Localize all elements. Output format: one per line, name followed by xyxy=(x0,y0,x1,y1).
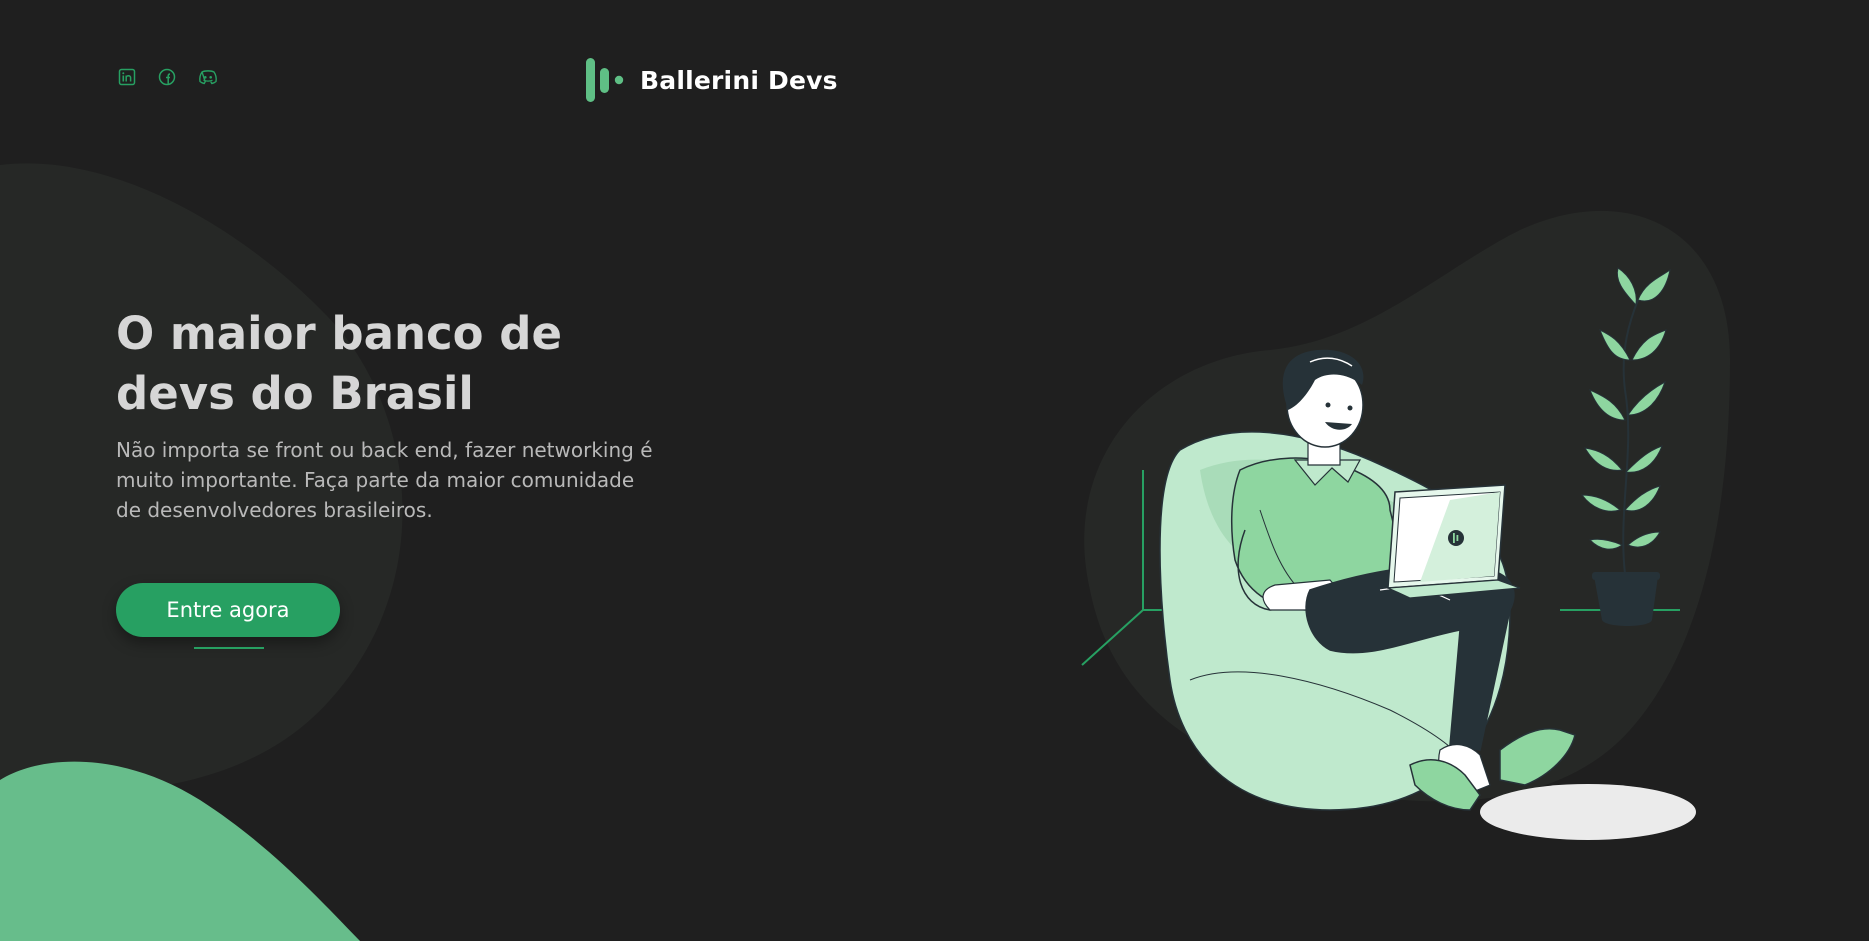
landing-page: Ballerini Devs O maior banco de devs do … xyxy=(0,0,1869,941)
plant-pot xyxy=(1594,576,1658,626)
background-blob-green xyxy=(0,761,360,941)
floor-shadow xyxy=(1480,784,1696,840)
linkedin-icon xyxy=(118,68,136,86)
discord-link[interactable] xyxy=(198,68,217,86)
enter-now-button[interactable]: Entre agora xyxy=(116,583,340,637)
social-links xyxy=(118,68,217,86)
brand-logo[interactable]: Ballerini Devs xyxy=(586,58,838,102)
linkedin-link[interactable] xyxy=(118,68,136,86)
hero-title: O maior banco de devs do Brasil xyxy=(116,307,562,420)
logo-mark-icon xyxy=(586,58,624,102)
facebook-icon xyxy=(158,68,176,86)
brand-name: Ballerini Devs xyxy=(640,65,838,95)
developer-on-beanbag-illustration xyxy=(1081,210,1730,840)
laptop xyxy=(1387,484,1521,599)
facebook-link[interactable] xyxy=(158,68,176,86)
discord-icon xyxy=(199,70,217,85)
cta-underline xyxy=(194,647,264,649)
laptop-logo-icon xyxy=(1448,530,1464,546)
hero-description: Não importa se front ou back end, fazer … xyxy=(116,438,653,522)
